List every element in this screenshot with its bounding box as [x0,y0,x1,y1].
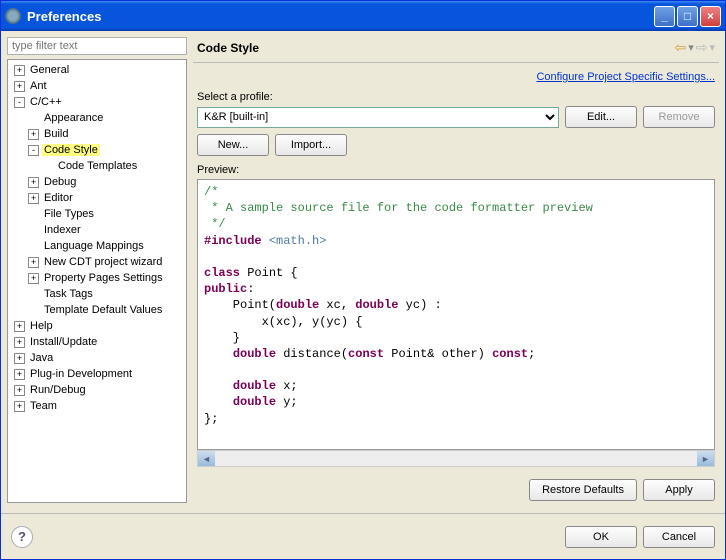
preferences-tree[interactable]: +General+Ant-C/C++Appearance+Build-Code … [7,59,187,503]
back-icon[interactable]: ⇦ [672,39,688,56]
tree-item-label: General [28,64,71,76]
tree-item-label: Appearance [42,112,105,124]
remove-button: Remove [643,106,715,128]
tree-item-label: Debug [42,176,78,188]
tree-item-label: Editor [42,192,75,204]
tree-item-label: Indexer [42,224,83,236]
ok-button[interactable]: OK [565,526,637,548]
tree-item[interactable]: File Types [8,206,186,222]
profile-select[interactable]: K&R [built-in] [197,107,559,128]
cancel-button[interactable]: Cancel [643,526,715,548]
tree-expand-icon[interactable]: - [14,97,25,108]
tree-item[interactable]: +Ant [8,78,186,94]
tree-item[interactable]: +Debug [8,174,186,190]
tree-expand-icon [28,113,39,124]
app-icon [5,8,21,24]
import-button[interactable]: Import... [275,134,347,156]
preview-area[interactable]: /* * A sample source file for the code f… [197,179,715,450]
tree-expand-icon[interactable]: + [28,177,39,188]
left-pane: +General+Ant-C/C++Appearance+Build-Code … [7,37,187,503]
tree-expand-icon[interactable]: + [14,81,25,92]
tree-item-label: Java [28,352,55,364]
tree-expand-icon [28,241,39,252]
tree-expand-icon[interactable]: + [14,337,25,348]
tree-expand-icon [28,289,39,300]
tree-item-label: Code Style [42,144,100,156]
tree-expand-icon[interactable]: + [28,257,39,268]
tree-item-label: Ant [28,80,49,92]
preferences-window: Preferences _ □ × +General+Ant-C/C++Appe… [0,0,726,560]
tree-item[interactable]: +Team [8,398,186,414]
tree-item-label: Property Pages Settings [42,272,165,284]
preview-label: Preview: [193,164,719,179]
tree-expand-icon[interactable]: + [14,369,25,380]
tree-expand-icon[interactable]: + [28,193,39,204]
tree-item[interactable]: Code Templates [8,158,186,174]
tree-item[interactable]: +Editor [8,190,186,206]
tree-expand-icon[interactable]: + [14,385,25,396]
maximize-button[interactable]: □ [677,6,698,27]
window-title: Preferences [27,9,654,24]
page-title: Code Style [197,41,672,55]
dialog-footer: ? OK Cancel [1,513,725,559]
minimize-button[interactable]: _ [654,6,675,27]
help-icon[interactable]: ? [11,526,33,548]
new-button[interactable]: New... [197,134,269,156]
tree-item[interactable]: +New CDT project wizard [8,254,186,270]
restore-defaults-button[interactable]: Restore Defaults [529,479,637,501]
tree-item-label: Help [28,320,55,332]
tree-expand-icon [42,161,53,172]
tree-item-label: Build [42,128,70,140]
tree-expand-icon [28,225,39,236]
select-profile-label: Select a profile: [193,89,719,106]
tree-item[interactable]: -C/C++ [8,94,186,110]
scroll-left-icon[interactable]: ◄ [198,451,215,466]
tree-item[interactable]: +Plug-in Development [8,366,186,382]
tree-item[interactable]: +Build [8,126,186,142]
tree-item-label: Plug-in Development [28,368,134,380]
tree-item[interactable]: Appearance [8,110,186,126]
filter-input[interactable] [7,37,187,55]
tree-item-label: Run/Debug [28,384,88,396]
titlebar[interactable]: Preferences _ □ × [1,1,725,31]
tree-expand-icon[interactable]: + [28,129,39,140]
close-button[interactable]: × [700,6,721,27]
tree-expand-icon[interactable]: + [14,353,25,364]
tree-item[interactable]: Template Default Values [8,302,186,318]
right-pane: Code Style ⇦ ▾ ⇨ ▾ Configure Project Spe… [193,37,719,503]
configure-project-link[interactable]: Configure Project Specific Settings... [536,71,715,83]
tree-expand-icon [28,305,39,316]
forward-icon: ⇨ [694,39,710,56]
tree-item-label: Team [28,400,59,412]
tree-item[interactable]: Task Tags [8,286,186,302]
tree-expand-icon[interactable]: + [28,273,39,284]
tree-item-label: Code Templates [56,160,139,172]
tree-expand-icon [28,209,39,220]
horizontal-scrollbar[interactable]: ◄ ► [197,450,715,467]
tree-expand-icon[interactable]: + [14,321,25,332]
tree-item-label: Template Default Values [42,304,164,316]
tree-item[interactable]: +Run/Debug [8,382,186,398]
tree-item[interactable]: +Property Pages Settings [8,270,186,286]
apply-button[interactable]: Apply [643,479,715,501]
tree-item[interactable]: +General [8,62,186,78]
tree-item-label: Install/Update [28,336,99,348]
tree-item-label: Task Tags [42,288,95,300]
tree-item-label: New CDT project wizard [42,256,164,268]
tree-item-label: C/C++ [28,96,64,108]
tree-expand-icon[interactable]: + [14,401,25,412]
tree-item[interactable]: Language Mappings [8,238,186,254]
tree-item[interactable]: +Install/Update [8,334,186,350]
tree-expand-icon[interactable]: + [14,65,25,76]
scroll-right-icon[interactable]: ► [697,451,714,466]
tree-item[interactable]: +Java [8,350,186,366]
edit-button[interactable]: Edit... [565,106,637,128]
tree-item[interactable]: Indexer [8,222,186,238]
tree-expand-icon[interactable]: - [28,145,39,156]
tree-item-label: Language Mappings [42,240,146,252]
tree-item[interactable]: -Code Style [8,142,186,158]
tree-item-label: File Types [42,208,96,220]
tree-item[interactable]: +Help [8,318,186,334]
